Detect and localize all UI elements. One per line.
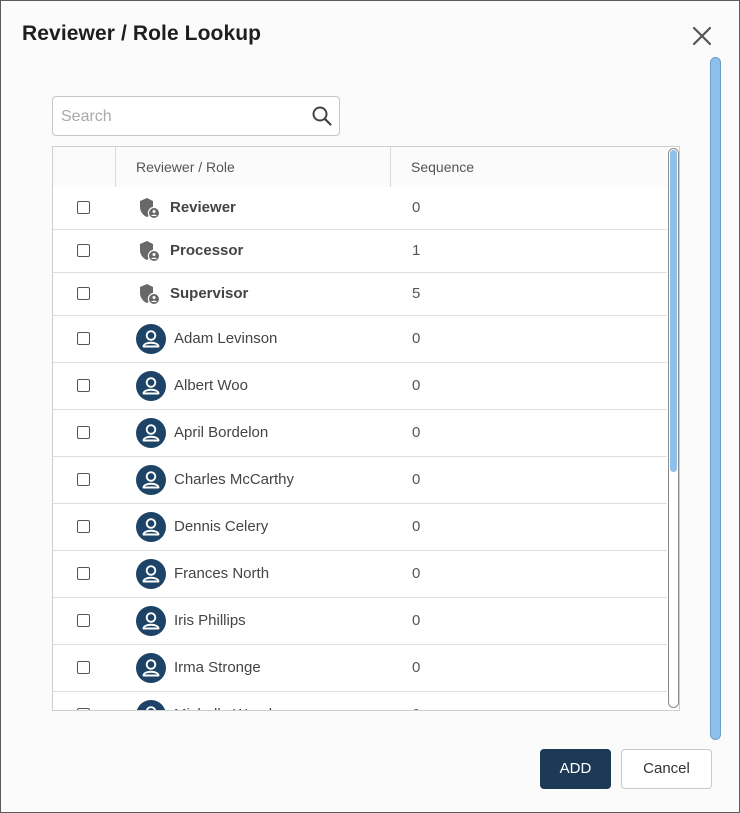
sequence-value: 0	[412, 330, 421, 347]
column-header-reviewer-role[interactable]: Reviewer / Role	[136, 147, 235, 187]
user-row[interactable]: Albert Woo 0	[53, 363, 667, 410]
row-checkbox[interactable]	[77, 708, 90, 710]
row-checkbox[interactable]	[77, 287, 90, 300]
role-row[interactable]: Supervisor 5	[53, 273, 667, 316]
user-name: Iris Phillips	[174, 612, 246, 629]
user-name: April Bordelon	[174, 424, 269, 441]
dialog-scrollbar[interactable]	[710, 57, 721, 740]
user-row[interactable]: Dennis Celery 0	[53, 504, 667, 551]
role-name: Processor	[170, 242, 244, 259]
user-avatar-icon	[136, 465, 166, 495]
sequence-value: 0	[412, 377, 421, 394]
role-shield-icon	[137, 282, 161, 306]
user-name: Frances North	[174, 565, 270, 582]
table-scrollbar[interactable]	[668, 148, 679, 708]
reviewer-role-lookup-dialog: Reviewer / Role Lookup Reviewer / Role S…	[0, 0, 740, 813]
user-name: Michelle Wood	[174, 706, 272, 710]
row-checkbox[interactable]	[77, 473, 90, 486]
role-row[interactable]: Processor 1	[53, 230, 667, 273]
sequence-value: 0	[412, 199, 421, 216]
sequence-value: 5	[412, 285, 421, 302]
user-name: Irma Stronge	[174, 659, 261, 676]
user-row[interactable]: Iris Phillips 0	[53, 598, 667, 645]
reviewer-role-table: Reviewer / Role Sequence Reviewer 0 Proces…	[52, 146, 680, 711]
sequence-value: 1	[412, 242, 421, 259]
user-row[interactable]: Adam Levinson 0	[53, 316, 667, 363]
user-row[interactable]: Irma Stronge 0	[53, 645, 667, 692]
sequence-value: 0	[412, 659, 421, 676]
search-input[interactable]	[59, 97, 303, 137]
column-header-sequence[interactable]: Sequence	[411, 147, 474, 187]
user-row[interactable]: Michelle Wood 0	[53, 692, 667, 710]
column-separator[interactable]	[390, 147, 391, 187]
cancel-button[interactable]: Cancel	[621, 749, 712, 789]
user-name: Adam Levinson	[174, 330, 278, 347]
table-scrollbar-thumb[interactable]	[670, 150, 677, 472]
sequence-value: 0	[412, 518, 421, 535]
user-row[interactable]: Frances North 0	[53, 551, 667, 598]
sequence-value: 0	[412, 612, 421, 629]
search-icon[interactable]	[311, 105, 333, 127]
row-checkbox[interactable]	[77, 520, 90, 533]
dialog-title: Reviewer / Role Lookup	[22, 22, 262, 45]
user-name: Dennis Celery	[174, 518, 269, 535]
user-avatar-icon	[136, 512, 166, 542]
close-icon[interactable]	[689, 23, 715, 49]
role-row[interactable]: Reviewer 0	[53, 187, 667, 230]
row-checkbox[interactable]	[77, 567, 90, 580]
row-checkbox[interactable]	[77, 426, 90, 439]
sequence-value: 0	[412, 471, 421, 488]
user-row[interactable]: Charles McCarthy 0	[53, 457, 667, 504]
role-shield-icon	[137, 239, 161, 263]
user-avatar-icon	[136, 606, 166, 636]
user-avatar-icon	[136, 371, 166, 401]
user-avatar-icon	[136, 559, 166, 589]
user-avatar-icon	[136, 653, 166, 683]
table-body: Reviewer 0 Processor 1 Supervisor 5 Adam Levin…	[53, 187, 667, 710]
table-header: Reviewer / Role Sequence	[53, 147, 667, 188]
row-checkbox[interactable]	[77, 379, 90, 392]
sequence-value: 0	[412, 424, 421, 441]
sequence-value: 0	[412, 706, 420, 710]
add-button[interactable]: ADD	[540, 749, 611, 789]
role-name: Supervisor	[170, 285, 249, 302]
sequence-value: 0	[412, 565, 421, 582]
search-box	[52, 96, 340, 137]
row-checkbox[interactable]	[77, 201, 90, 214]
user-name: Charles McCarthy	[174, 471, 295, 488]
role-shield-icon	[137, 196, 161, 220]
user-name: Albert Woo	[174, 377, 248, 394]
user-avatar-icon	[136, 324, 166, 354]
row-checkbox[interactable]	[77, 244, 90, 257]
row-checkbox[interactable]	[77, 332, 90, 345]
row-checkbox[interactable]	[77, 661, 90, 674]
user-row[interactable]: April Bordelon 0	[53, 410, 667, 457]
role-name: Reviewer	[170, 199, 236, 216]
user-avatar-icon	[136, 418, 166, 448]
row-checkbox[interactable]	[77, 614, 90, 627]
user-avatar-icon	[136, 700, 166, 710]
column-separator[interactable]	[115, 147, 116, 187]
